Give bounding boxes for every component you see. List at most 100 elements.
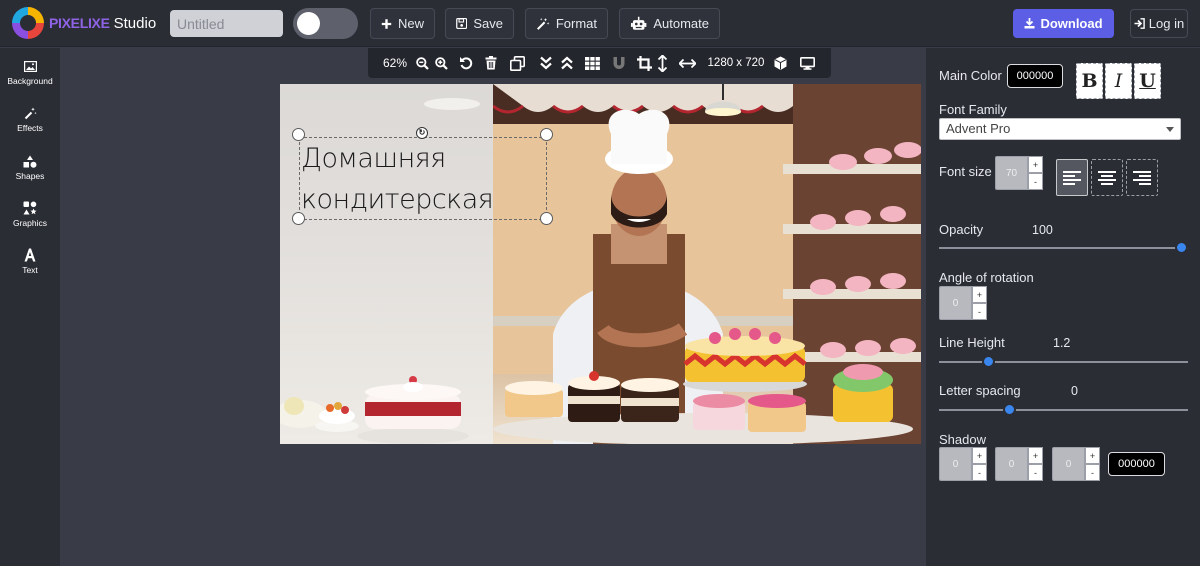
resize-vertical-icon[interactable] — [655, 48, 669, 78]
opacity-label: Opacity — [939, 222, 984, 237]
shadow-x-decrement[interactable]: - — [972, 464, 987, 481]
shadow-blur-increment[interactable]: + — [1085, 447, 1100, 464]
zoom-in-icon[interactable] — [433, 48, 449, 78]
rotation-increment[interactable]: + — [972, 286, 987, 303]
text-line-2[interactable]: кондитерская — [300, 179, 546, 220]
resize-handle-bottom-left[interactable] — [292, 212, 305, 225]
sidebar-item-label: Text — [22, 265, 38, 275]
letter-spacing-slider[interactable] — [939, 409, 1188, 411]
font-family-label: Font Family — [939, 102, 1007, 117]
rotation-value[interactable]: 0 — [939, 286, 972, 320]
opacity-slider-thumb[interactable] — [1175, 241, 1188, 254]
align-center-button[interactable] — [1091, 159, 1123, 196]
login-button-label: Log in — [1148, 16, 1185, 31]
robot-icon — [630, 16, 647, 30]
download-icon — [1024, 18, 1035, 29]
sidebar-item-shapes[interactable]: Shapes — [0, 152, 60, 192]
grid-icon[interactable] — [583, 48, 601, 78]
text-line-1[interactable]: Домашняя — [300, 138, 546, 179]
font-size-stepper[interactable]: 70 + - — [995, 156, 1043, 190]
align-left-icon — [1063, 170, 1081, 185]
resize-handle-top-right[interactable] — [540, 128, 553, 141]
italic-button[interactable]: I — [1105, 63, 1132, 99]
shapes-icon — [23, 155, 37, 168]
zoom-level: 62% — [382, 56, 408, 70]
align-right-button[interactable] — [1126, 159, 1158, 196]
cube-icon[interactable] — [772, 48, 788, 78]
line-height-slider-thumb[interactable] — [982, 355, 995, 368]
font-family-select[interactable]: Advent Pro — [939, 118, 1181, 140]
shadow-y-decrement[interactable]: - — [1028, 464, 1043, 481]
letter-spacing-value: 0 — [1071, 384, 1078, 398]
shadow-y-increment[interactable]: + — [1028, 447, 1043, 464]
shadow-x-stepper[interactable]: 0 + - — [939, 447, 987, 481]
shadow-y-stepper[interactable]: 0 + - — [995, 447, 1043, 481]
align-center-icon — [1098, 170, 1116, 185]
sidebar-item-effects[interactable]: Effects — [0, 104, 60, 144]
graphics-icon — [23, 201, 37, 215]
new-button[interactable]: New — [370, 8, 435, 39]
shadow-x-value[interactable]: 0 — [939, 447, 972, 481]
design-canvas[interactable]: Домашняя кондитерская ↻ — [280, 84, 921, 444]
align-left-button[interactable] — [1056, 159, 1088, 196]
sidebar-item-text[interactable]: Text — [0, 246, 60, 286]
trash-icon[interactable] — [483, 48, 499, 78]
resize-horizontal-icon[interactable] — [677, 48, 697, 78]
logo[interactable]: PIXELIXE Studio — [12, 7, 156, 39]
font-size-increment[interactable]: + — [1028, 156, 1043, 173]
line-height-slider[interactable] — [939, 361, 1188, 363]
letter-spacing-slider-thumb[interactable] — [1003, 403, 1016, 416]
bold-button[interactable]: B — [1076, 63, 1103, 99]
resize-handle-top-left[interactable] — [292, 128, 305, 141]
download-button-label: Download — [1040, 16, 1103, 31]
shadow-blur-value[interactable]: 0 — [1052, 447, 1085, 481]
toggle-knob — [297, 12, 320, 35]
monitor-icon[interactable] — [798, 48, 816, 78]
sidebar-item-graphics[interactable]: Graphics — [0, 199, 60, 239]
sidebar-item-label: Effects — [17, 123, 43, 133]
font-size-decrement[interactable]: - — [1028, 173, 1043, 190]
theme-toggle[interactable] — [293, 8, 358, 39]
plus-icon — [381, 18, 392, 29]
opacity-slider[interactable] — [939, 247, 1188, 249]
line-height-value: 1.2 — [1053, 336, 1071, 350]
magnet-icon[interactable] — [610, 48, 628, 78]
canvas-dimensions[interactable]: 1280 x 720 — [706, 48, 766, 78]
main-color-swatch[interactable]: 000000 — [1007, 64, 1063, 88]
rotation-decrement[interactable]: - — [972, 303, 987, 320]
save-button[interactable]: Save — [445, 8, 514, 39]
line-height-label: Line Height — [939, 335, 1005, 350]
bring-forward-icon[interactable] — [559, 48, 575, 78]
format-button[interactable]: Format — [525, 8, 608, 39]
new-button-label: New — [397, 16, 424, 31]
save-button-label: Save — [473, 16, 503, 31]
selected-text-layer[interactable]: Домашняя кондитерская — [299, 137, 547, 220]
logo-text: PIXELIXE — [49, 15, 110, 31]
shadow-color-swatch[interactable]: 000000 — [1108, 452, 1165, 476]
sidebar-item-background[interactable]: Background — [0, 57, 60, 97]
login-button[interactable]: Log in — [1130, 9, 1188, 38]
duplicate-icon[interactable] — [508, 48, 526, 78]
floppy-disk-icon — [456, 17, 468, 30]
font-size-value[interactable]: 70 — [995, 156, 1028, 190]
rotation-stepper[interactable]: 0 + - — [939, 286, 987, 320]
automate-button-label: Automate — [653, 16, 709, 31]
resize-handle-bottom-right[interactable] — [540, 212, 553, 225]
shadow-blur-stepper[interactable]: 0 + - — [1052, 447, 1100, 481]
shadow-x-increment[interactable]: + — [972, 447, 987, 464]
automate-button[interactable]: Automate — [619, 8, 720, 39]
zoom-out-icon[interactable] — [414, 48, 430, 78]
rotate-handle-icon[interactable]: ↻ — [416, 127, 428, 139]
underline-button[interactable]: U — [1134, 63, 1161, 99]
send-backward-icon[interactable] — [538, 48, 554, 78]
undo-icon[interactable] — [458, 48, 474, 78]
shadow-y-value[interactable]: 0 — [995, 447, 1028, 481]
crop-icon[interactable] — [636, 48, 652, 78]
properties-panel: Main Color 000000 B I U Font Family Adve… — [926, 48, 1200, 566]
rotation-label: Angle of rotation — [939, 270, 1034, 285]
shadow-label: Shadow — [939, 432, 986, 447]
logo-studio-text: Studio — [113, 14, 157, 32]
shadow-blur-decrement[interactable]: - — [1085, 464, 1100, 481]
design-title-input[interactable] — [170, 10, 283, 37]
download-button[interactable]: Download — [1013, 9, 1114, 38]
